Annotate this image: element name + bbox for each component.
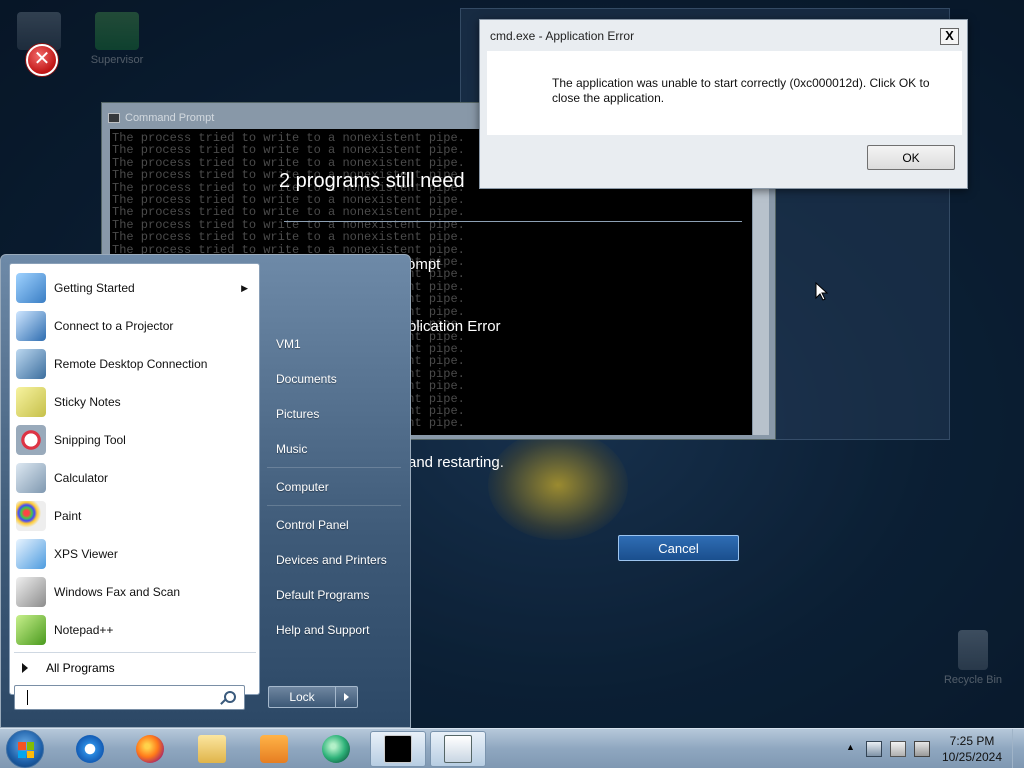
clock-time: 7:25 PM [949,734,995,748]
program-calculator[interactable]: Calculator [12,460,258,496]
start-right-control-panel[interactable]: Control Panel [276,514,349,536]
error-dialog-title: cmd.exe - Application Error [490,29,635,43]
start-right-devices-printers[interactable]: Devices and Printers [276,549,387,571]
action-center-icon[interactable] [890,741,906,757]
close-button[interactable]: X [940,28,959,45]
start-right-music[interactable]: Music [276,438,307,460]
blocking-program-item: plication Error [408,318,501,335]
snipping-tool-icon [16,425,46,455]
arrow-right-icon [344,693,349,701]
xps-viewer-icon [16,539,46,569]
program-label: Snipping Tool [54,433,126,447]
blocking-program-item: ompt [407,256,441,273]
program-notepadpp[interactable]: Notepad++ [12,612,258,648]
calculator-icon [16,463,46,493]
console-line: The process tried to write to a nonexist… [112,230,465,245]
app-error-window-icon [444,735,472,763]
sticky-notes-icon [16,387,46,417]
start-right-default-programs[interactable]: Default Programs [276,584,369,606]
notepadpp-icon [16,615,46,645]
network-icon[interactable] [866,741,882,757]
start-search-input[interactable] [14,685,245,710]
program-paint[interactable]: Paint [12,498,258,534]
start-right-user[interactable]: VM1 [276,333,301,355]
program-snipping-tool[interactable]: Snipping Tool [12,422,258,458]
internet-explorer-icon [76,735,104,763]
lock-button[interactable]: Lock [268,686,336,708]
program-label: Connect to a Projector [54,319,174,333]
command-prompt-icon [384,735,412,763]
all-programs-label: All Programs [46,661,115,675]
app-icon [322,735,350,763]
start-menu: Getting Started ▶ Connect to a Projector… [0,254,411,728]
volume-muted-icon[interactable] [914,741,930,757]
file-explorer-icon [198,735,226,763]
submenu-arrow-icon: ▶ [241,282,248,293]
show-desktop-button[interactable] [1012,729,1024,768]
divider [267,505,401,506]
program-remote-desktop[interactable]: Remote Desktop Connection [12,346,258,382]
taskbar: ▲ 7:25 PM 10/25/2024 [0,728,1024,768]
media-player-icon [260,735,288,763]
arrow-right-icon [22,663,28,673]
clock-date: 10/25/2024 [941,750,1003,764]
program-label: Windows Fax and Scan [54,585,181,599]
error-message: The application was unable to start corr… [552,76,930,105]
shutdown-title: 2 programs still need [279,170,465,192]
taskbar-app-error-window[interactable] [430,731,486,767]
divider [267,467,401,468]
taskbar-app[interactable] [308,731,364,767]
firefox-icon [136,735,164,763]
program-connect-projector[interactable]: Connect to a Projector [12,308,258,344]
background-glow [488,430,628,540]
console-title: Command Prompt [125,112,215,124]
all-programs-button[interactable]: All Programs [18,658,115,678]
start-menu-programs-pane: Getting Started ▶ Connect to a Projector… [9,263,260,695]
search-icon[interactable] [224,691,236,703]
shutdown-note: and restarting. [408,454,504,471]
cancel-button[interactable]: Cancel [618,535,739,561]
program-fax-scan[interactable]: Windows Fax and Scan [12,574,258,610]
start-right-computer[interactable]: Computer [276,476,329,498]
show-hidden-icons-icon[interactable]: ▲ [846,742,862,758]
divider [284,221,742,222]
tray-clock[interactable]: 7:25 PM 10/25/2024 [934,733,1010,765]
taskbar-command-prompt[interactable] [370,731,426,767]
mouse-cursor-icon [815,282,829,301]
windows-logo-icon [18,742,34,758]
program-sticky-notes[interactable]: Sticky Notes [12,384,258,420]
start-right-help-support[interactable]: Help and Support [276,619,369,641]
projector-icon [16,311,46,341]
remote-desktop-icon [16,349,46,379]
divider [14,652,256,653]
text-caret [27,690,28,705]
program-label: XPS Viewer [54,547,118,561]
console-icon [108,113,120,123]
program-label: Notepad++ [54,623,114,637]
program-label: Calculator [54,471,109,485]
taskbar-media-player[interactable] [246,731,302,767]
fax-scan-icon [16,577,46,607]
error-x-icon: ✕ [26,44,58,76]
power-options-arrow-button[interactable] [336,686,358,708]
start-right-documents[interactable]: Documents [276,368,337,390]
paint-icon [16,501,46,531]
program-getting-started[interactable]: Getting Started ▶ [12,270,258,306]
program-label: Sticky Notes [54,395,121,409]
program-xps-viewer[interactable]: XPS Viewer [12,536,258,572]
taskbar-firefox[interactable] [122,731,178,767]
program-label: Getting Started [54,281,135,295]
program-label: Remote Desktop Connection [54,357,208,371]
start-button[interactable] [6,730,44,768]
start-right-pictures[interactable]: Pictures [276,403,319,425]
getting-started-icon [16,273,46,303]
taskbar-file-explorer[interactable] [184,731,240,767]
program-label: Paint [54,509,82,523]
ok-button[interactable]: OK [867,145,955,170]
console-line: The process tried to write to a nonexist… [112,205,465,220]
taskbar-internet-explorer[interactable] [62,731,118,767]
